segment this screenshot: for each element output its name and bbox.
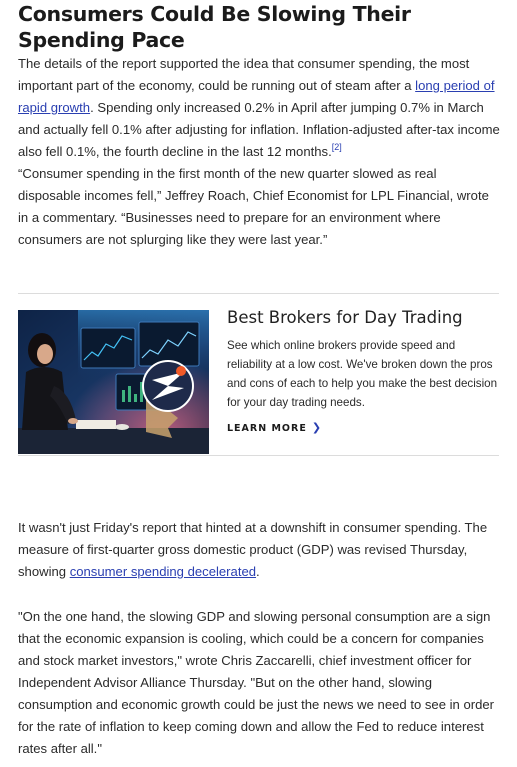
learn-more-label: LEARN MORE <box>227 423 307 434</box>
article-body: Consumers Could Be Slowing Their Spendin… <box>0 0 517 251</box>
paragraph-spending-report: The details of the report supported the … <box>18 53 502 163</box>
promo-image[interactable] <box>18 310 209 454</box>
paragraph-gdp-revision: It wasn't just Friday's report that hint… <box>18 517 502 583</box>
learn-more-link[interactable]: LEARN MORE ❯ <box>227 421 322 434</box>
paragraph-text: . Spending only increased 0.2% in April … <box>18 100 500 159</box>
link-consumer-spending-decelerated[interactable]: consumer spending decelerated <box>70 564 256 579</box>
promo-title[interactable]: Best Brokers for Day Trading <box>227 306 499 330</box>
paragraph-text: The details of the report supported the … <box>18 56 470 93</box>
promo-card-day-trading[interactable]: Best Brokers for Day Trading See which o… <box>18 293 499 456</box>
chevron-right-icon: ❯ <box>311 421 323 434</box>
paragraph-roach-quote: “Consumer spending in the first month of… <box>18 166 489 247</box>
trader-illustration <box>18 310 209 454</box>
promo-description: See which online brokers provide speed a… <box>227 339 498 409</box>
section-heading: Consumers Could Be Slowing Their Spendin… <box>18 2 411 52</box>
paragraph-zaccarelli-quote: "On the one hand, the slowing GDP and sl… <box>18 609 495 756</box>
paragraph-text: . <box>256 564 260 579</box>
footnote-ref-2[interactable]: [2] <box>332 142 342 152</box>
promo-text: Best Brokers for Day Trading See which o… <box>227 306 499 436</box>
